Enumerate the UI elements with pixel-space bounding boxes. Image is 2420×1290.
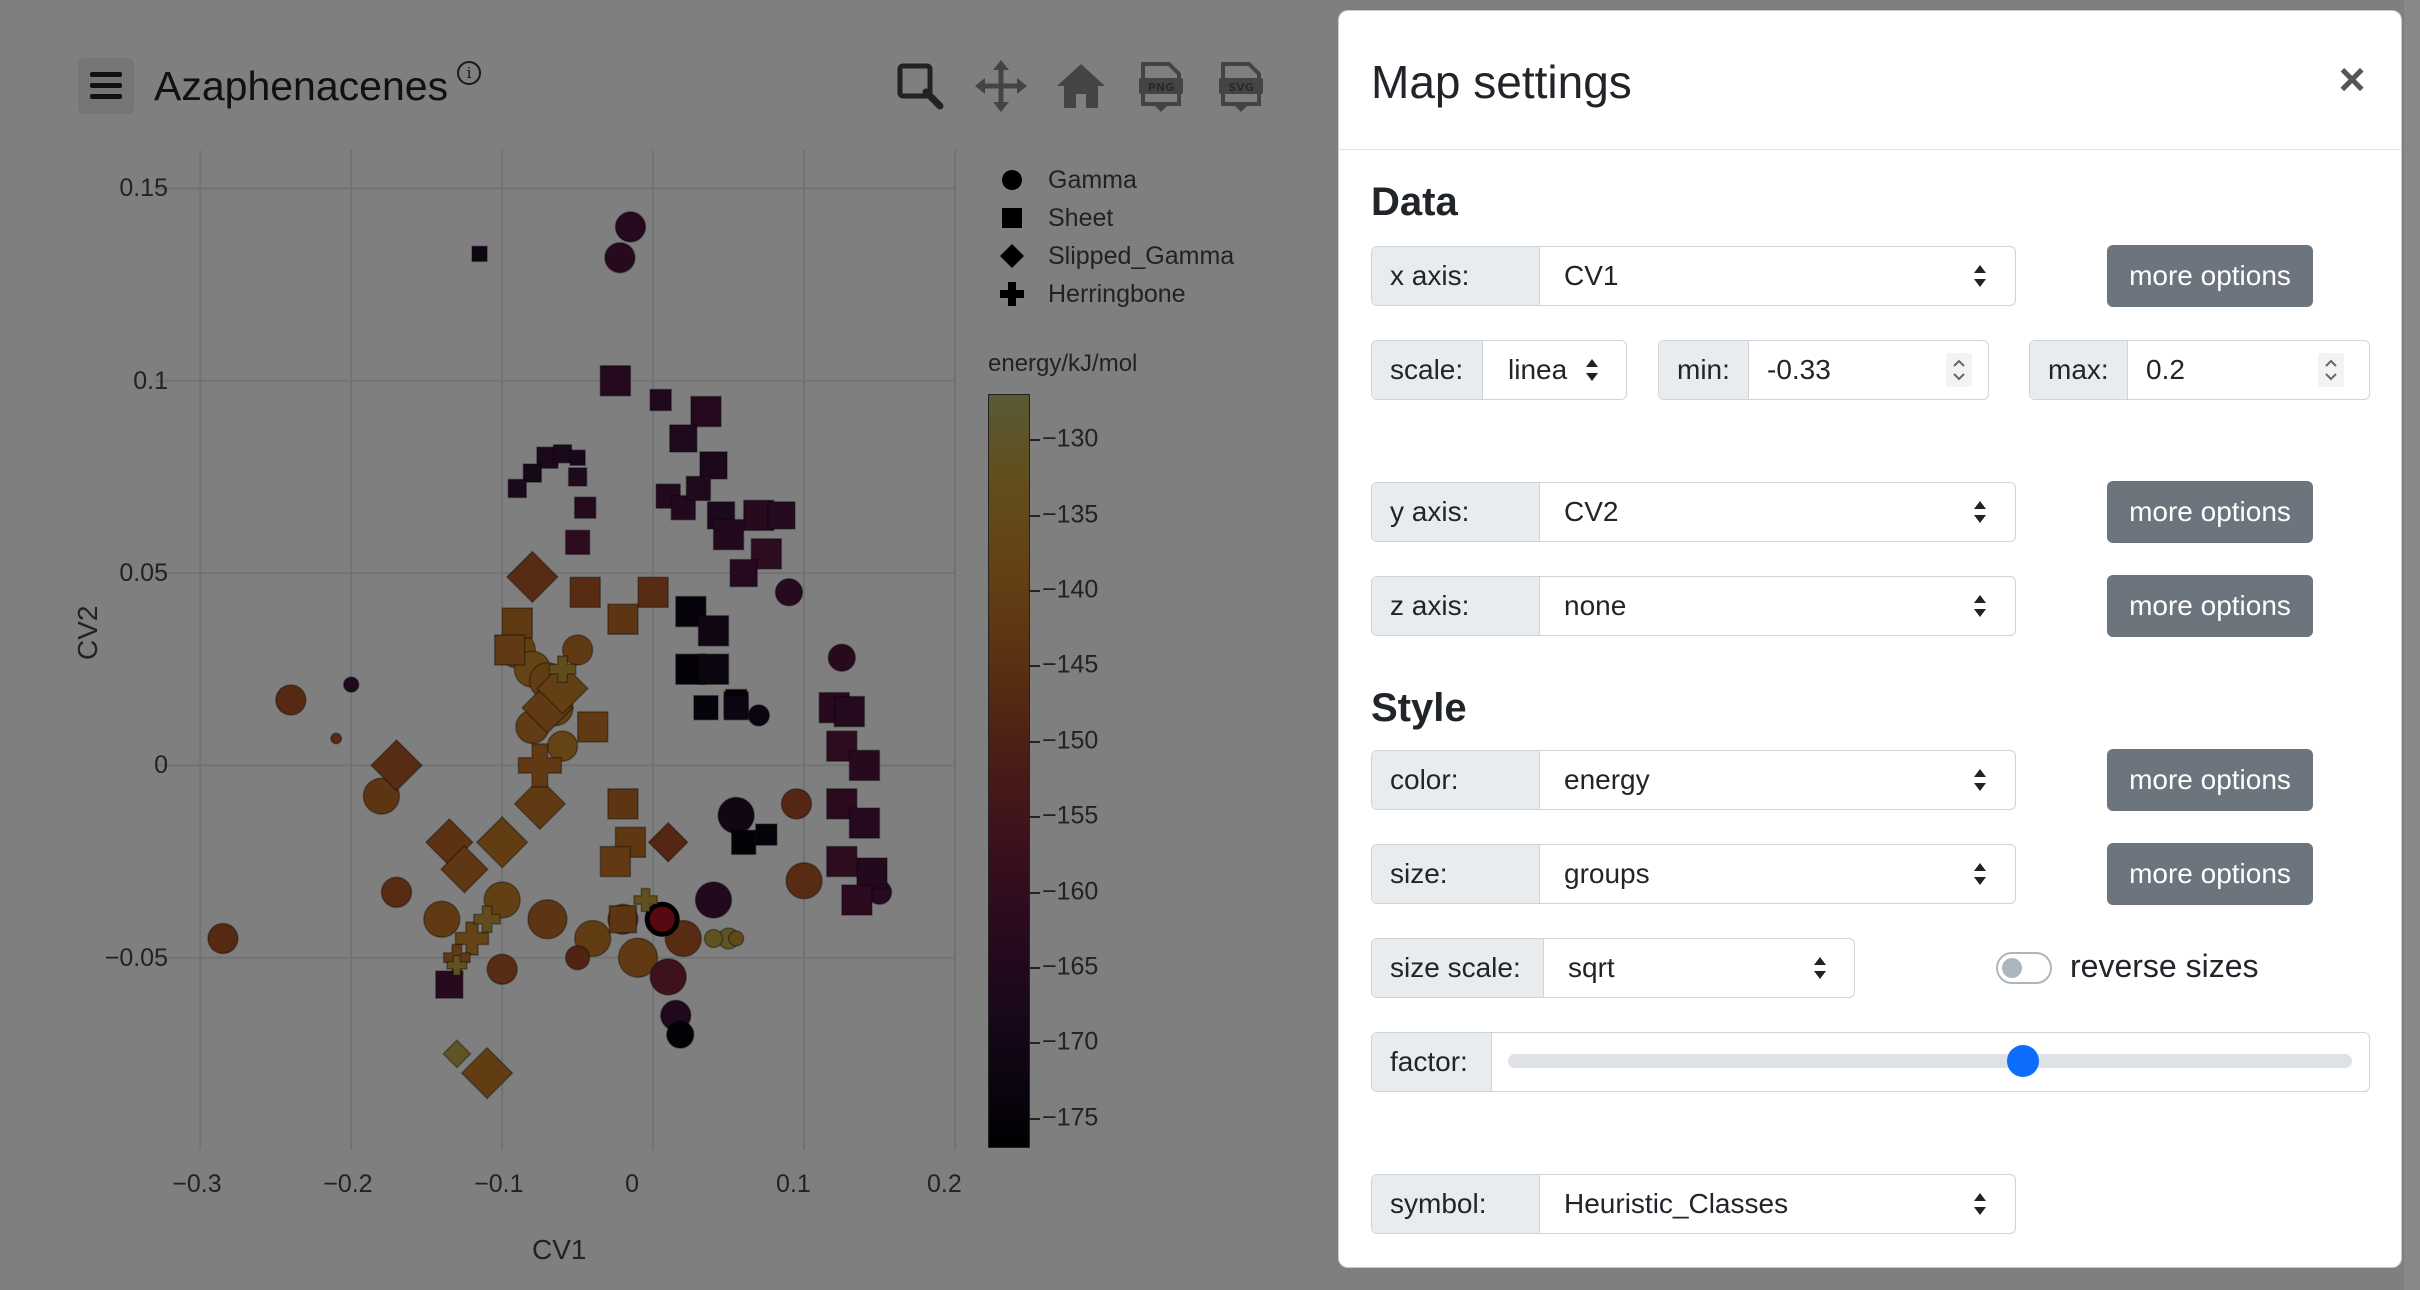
symbol-select[interactable]: symbol: Heuristic_Classes bbox=[1371, 1174, 2016, 1234]
factor-slider-thumb[interactable] bbox=[2006, 1045, 2039, 1077]
z-axis-value: none bbox=[1564, 590, 1627, 621]
color-select[interactable]: color: energy bbox=[1371, 750, 2016, 810]
modal-title: Map settings bbox=[1371, 56, 1632, 108]
y-axis-more-options-button[interactable]: more options bbox=[2107, 481, 2313, 543]
scale-label: scale: bbox=[1372, 341, 1483, 399]
select-arrows-icon bbox=[1974, 1193, 1986, 1215]
select-arrows-icon bbox=[1814, 957, 1826, 979]
max-label: max: bbox=[2030, 341, 2128, 399]
max-input[interactable]: max: 0.2 bbox=[2029, 340, 2370, 400]
data-section-title: Data bbox=[1371, 180, 1458, 224]
size-scale-select[interactable]: size scale: sqrt bbox=[1371, 938, 1855, 998]
max-value: 0.2 bbox=[2146, 354, 2185, 385]
size-more-options-button[interactable]: more options bbox=[2107, 843, 2313, 905]
size-scale-value: sqrt bbox=[1568, 952, 1615, 983]
number-spinner-icon[interactable] bbox=[2318, 353, 2344, 387]
size-select[interactable]: size: groups bbox=[1371, 844, 2016, 904]
min-value: -0.33 bbox=[1767, 354, 1831, 385]
select-arrows-icon bbox=[1974, 501, 1986, 523]
modal-header: Map settings × bbox=[1339, 11, 2401, 150]
factor-slider-track[interactable] bbox=[1508, 1054, 2352, 1068]
reverse-sizes-toggle[interactable] bbox=[1996, 952, 2052, 984]
scrollbar[interactable] bbox=[2404, 0, 2420, 1290]
color-label: color: bbox=[1372, 751, 1540, 809]
number-spinner-icon[interactable] bbox=[1946, 353, 1972, 387]
y-axis-select[interactable]: y axis: CV2 bbox=[1371, 482, 2016, 542]
size-scale-label: size scale: bbox=[1372, 939, 1544, 997]
z-axis-select[interactable]: z axis: none bbox=[1371, 576, 2016, 636]
close-icon[interactable]: × bbox=[2327, 49, 2377, 109]
y-axis-label: y axis: bbox=[1372, 483, 1540, 541]
z-axis-label: z axis: bbox=[1372, 577, 1540, 635]
min-input[interactable]: min: -0.33 bbox=[1658, 340, 1989, 400]
x-axis-value: CV1 bbox=[1564, 260, 1619, 291]
color-value: energy bbox=[1564, 764, 1650, 795]
reverse-sizes-label: reverse sizes bbox=[2070, 948, 2259, 984]
y-axis-value: CV2 bbox=[1564, 496, 1619, 527]
color-more-options-button[interactable]: more options bbox=[2107, 749, 2313, 811]
x-axis-more-options-button[interactable]: more options bbox=[2107, 245, 2313, 307]
scale-value: linea bbox=[1508, 354, 1568, 385]
symbol-value: Heuristic_Classes bbox=[1564, 1188, 1789, 1219]
min-label: min: bbox=[1659, 341, 1749, 399]
scale-select[interactable]: scale: linea bbox=[1371, 340, 1627, 400]
x-axis-select[interactable]: x axis: CV1 bbox=[1371, 246, 2016, 306]
factor-label: factor: bbox=[1372, 1033, 1492, 1091]
app: Azaphenacenes i PNG SVG Gamma Sheet Slip… bbox=[0, 0, 2420, 1290]
select-arrows-icon bbox=[1974, 863, 1986, 885]
size-label: size: bbox=[1372, 845, 1540, 903]
style-section-title: Style bbox=[1371, 686, 1467, 730]
size-value: groups bbox=[1564, 858, 1650, 889]
symbol-label: symbol: bbox=[1372, 1175, 1540, 1233]
z-axis-more-options-button[interactable]: more options bbox=[2107, 575, 2313, 637]
select-arrows-icon bbox=[1586, 359, 1598, 381]
select-arrows-icon bbox=[1974, 769, 1986, 791]
select-arrows-icon bbox=[1974, 595, 1986, 617]
toggle-knob bbox=[2002, 958, 2022, 978]
x-axis-label: x axis: bbox=[1372, 247, 1540, 305]
select-arrows-icon bbox=[1974, 265, 1986, 287]
